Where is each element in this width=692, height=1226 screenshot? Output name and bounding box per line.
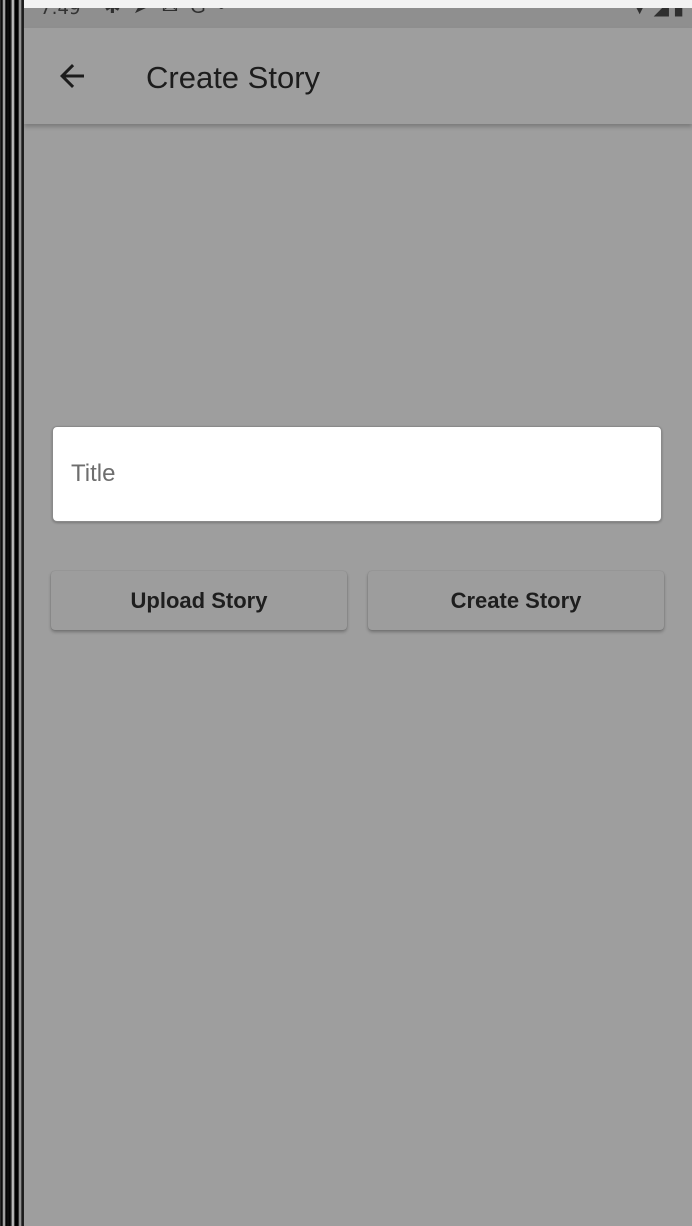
google-icon: G <box>190 8 218 18</box>
dot-icon: • <box>218 8 237 18</box>
status-time: 7:49 <box>40 8 81 19</box>
cast-icon: ➤ <box>133 8 162 18</box>
gmail-icon: ✉ <box>162 8 191 18</box>
upload-story-button[interactable]: Upload Story <box>51 571 347 630</box>
settings-icon: ✱ <box>104 8 133 18</box>
title-field[interactable] <box>52 426 662 522</box>
app-bar: Create Story <box>24 28 692 124</box>
battery-icon: ▮ <box>672 8 688 19</box>
signal-icon: ◢ <box>653 8 673 19</box>
notification-icons: ✱➤✉G• <box>104 8 237 17</box>
system-icons: ▼◢▮ <box>630 8 688 18</box>
wifi-icon: ▼ <box>629 8 654 19</box>
status-bar: 7:49 ✱➤✉G• ▼◢▮ <box>24 8 692 28</box>
create-story-button[interactable]: Create Story <box>368 571 664 630</box>
title-input[interactable] <box>53 427 661 521</box>
device-bezel <box>0 0 24 1226</box>
page-title: Create Story <box>146 60 321 95</box>
device-frame: 7:49 ✱➤✉G• ▼◢▮ Create Story Upload Story… <box>0 0 692 1226</box>
arrow-back-icon[interactable] <box>54 58 90 94</box>
app-screen: 7:49 ✱➤✉G• ▼◢▮ Create Story Upload Story… <box>24 8 692 1226</box>
